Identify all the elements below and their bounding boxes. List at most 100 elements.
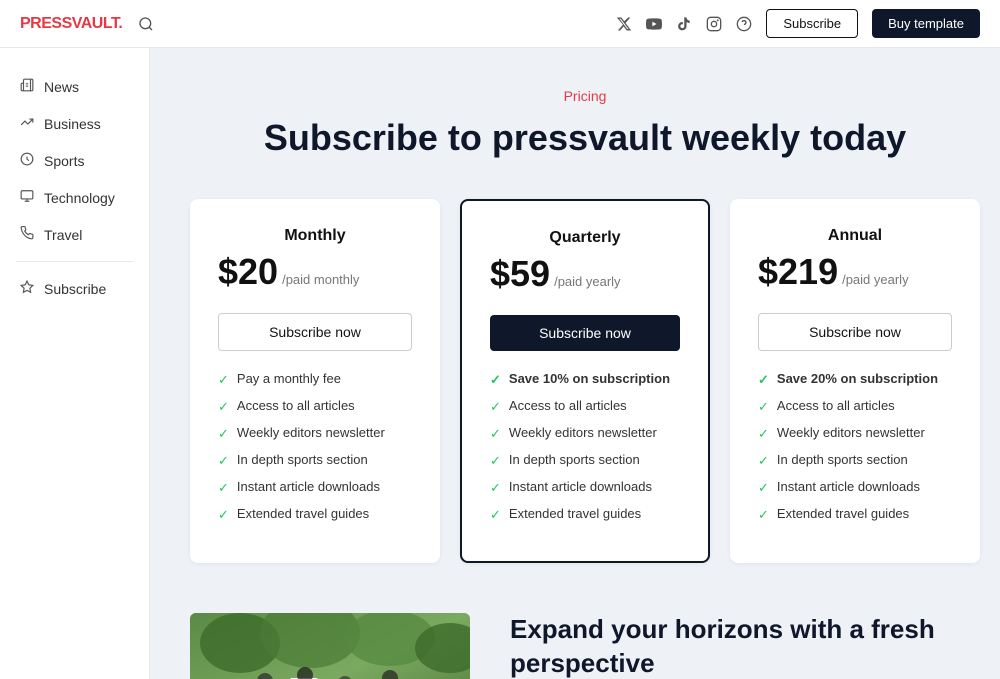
layout: News Business Sports Technology Travel <box>0 48 1000 679</box>
list-item: ✓Access to all articles <box>490 398 680 415</box>
list-item: ✓Weekly editors newsletter <box>490 425 680 442</box>
check-icon: ✓ <box>218 426 229 442</box>
monthly-plan-price: $20 /paid monthly <box>218 251 412 293</box>
twitter-icon[interactable] <box>616 16 632 32</box>
subscribe-sidebar-icon <box>20 280 34 297</box>
pricing-label: Pricing <box>190 88 980 104</box>
annual-price-amount: $219 <box>758 251 838 293</box>
quarterly-feature-list: ✓Save 10% on subscription ✓Access to all… <box>490 371 680 523</box>
sidebar-divider <box>16 261 133 262</box>
sidebar-label-technology: Technology <box>44 190 115 206</box>
youtube-icon[interactable] <box>646 16 662 32</box>
sidebar-item-sports[interactable]: Sports <box>0 142 149 179</box>
business-icon <box>20 115 34 132</box>
check-icon: ✓ <box>490 453 501 469</box>
list-item: ✓Save 20% on subscription <box>758 371 952 388</box>
sidebar-item-technology[interactable]: Technology <box>0 179 149 216</box>
check-icon: ✓ <box>490 372 501 388</box>
tiktok-icon[interactable] <box>676 16 692 32</box>
check-icon: ✓ <box>218 372 229 388</box>
sidebar-label-news: News <box>44 79 79 95</box>
check-icon: ✓ <box>490 399 501 415</box>
check-icon: ✓ <box>758 372 769 388</box>
annual-price-period: /paid yearly <box>842 272 908 287</box>
list-item: ✓Instant article downloads <box>758 479 952 496</box>
list-item: ✓Instant article downloads <box>218 479 412 496</box>
check-icon: ✓ <box>218 507 229 523</box>
list-item: ✓In depth sports section <box>758 452 952 469</box>
check-icon: ✓ <box>218 453 229 469</box>
list-item: ✓Extended travel guides <box>218 506 412 523</box>
check-icon: ✓ <box>490 480 501 496</box>
help-icon[interactable] <box>736 16 752 32</box>
monthly-feature-list: ✓Pay a monthly fee ✓Access to all articl… <box>218 371 412 523</box>
monthly-subscribe-button[interactable]: Subscribe now <box>218 313 412 351</box>
annual-subscribe-button[interactable]: Subscribe now <box>758 313 952 351</box>
sidebar: News Business Sports Technology Travel <box>0 48 150 679</box>
check-icon: ✓ <box>758 480 769 496</box>
list-item: ✓Instant article downloads <box>490 479 680 496</box>
check-icon: ✓ <box>758 507 769 523</box>
monthly-price-amount: $20 <box>218 251 278 293</box>
annual-plan-price: $219 /paid yearly <box>758 251 952 293</box>
annual-plan-card: Annual $219 /paid yearly Subscribe now ✓… <box>730 199 980 563</box>
monthly-plan-card: Monthly $20 /paid monthly Subscribe now … <box>190 199 440 563</box>
technology-icon <box>20 189 34 206</box>
sidebar-label-sports: Sports <box>44 153 84 169</box>
list-item: ✓Save 10% on subscription <box>490 371 680 388</box>
bottom-text: Expand your horizons with a fresh perspe… <box>510 613 980 679</box>
check-icon: ✓ <box>490 507 501 523</box>
search-icon <box>138 16 154 32</box>
list-item: ✓Access to all articles <box>758 398 952 415</box>
logo-dot: . <box>118 15 122 32</box>
bottom-section: Expand your horizons with a fresh perspe… <box>190 603 980 679</box>
bottom-image <box>190 613 470 679</box>
sidebar-item-business[interactable]: Business <box>0 105 149 142</box>
quarterly-price-period: /paid yearly <box>554 274 620 289</box>
quarterly-subscribe-button[interactable]: Subscribe now <box>490 315 680 351</box>
monthly-plan-name: Monthly <box>218 227 412 245</box>
annual-plan-name: Annual <box>758 227 952 245</box>
travel-icon <box>20 226 34 243</box>
check-icon: ✓ <box>758 453 769 469</box>
check-icon: ✓ <box>490 426 501 442</box>
list-item: ✓Pay a monthly fee <box>218 371 412 388</box>
search-button[interactable] <box>138 16 154 32</box>
header-left: PRESSVAULT. <box>20 15 154 33</box>
list-item: ✓Extended travel guides <box>758 506 952 523</box>
instagram-icon[interactable] <box>706 16 722 32</box>
header-right: Subscribe Buy template <box>616 9 980 38</box>
buy-template-button[interactable]: Buy template <box>872 9 980 38</box>
pricing-title: Subscribe to pressvault weekly today <box>190 116 980 159</box>
sidebar-item-travel[interactable]: Travel <box>0 216 149 253</box>
logo-text: PRESSVAULT <box>20 15 118 32</box>
header: PRESSVAULT. Subscribe Buy template <box>0 0 1000 48</box>
pricing-cards: Monthly $20 /paid monthly Subscribe now … <box>190 199 980 563</box>
list-item: ✓In depth sports section <box>490 452 680 469</box>
bottom-image-svg <box>190 613 470 679</box>
main-content: Pricing Subscribe to pressvault weekly t… <box>150 48 1000 679</box>
news-icon <box>20 78 34 95</box>
bottom-heading: Expand your horizons with a fresh perspe… <box>510 613 980 679</box>
quarterly-plan-price: $59 /paid yearly <box>490 253 680 295</box>
check-icon: ✓ <box>758 399 769 415</box>
sidebar-label-subscribe: Subscribe <box>44 281 106 297</box>
sports-icon <box>20 152 34 169</box>
list-item: ✓In depth sports section <box>218 452 412 469</box>
sidebar-item-subscribe[interactable]: Subscribe <box>0 270 149 307</box>
check-icon: ✓ <box>758 426 769 442</box>
list-item: ✓Extended travel guides <box>490 506 680 523</box>
monthly-price-period: /paid monthly <box>282 272 359 287</box>
sidebar-label-business: Business <box>44 116 101 132</box>
sidebar-item-news[interactable]: News <box>0 68 149 105</box>
list-item: ✓Weekly editors newsletter <box>218 425 412 442</box>
sidebar-label-travel: Travel <box>44 227 82 243</box>
list-item: ✓Weekly editors newsletter <box>758 425 952 442</box>
header-subscribe-button[interactable]: Subscribe <box>766 9 858 38</box>
check-icon: ✓ <box>218 399 229 415</box>
logo: PRESSVAULT. <box>20 15 122 33</box>
check-icon: ✓ <box>218 480 229 496</box>
list-item: ✓Access to all articles <box>218 398 412 415</box>
quarterly-price-amount: $59 <box>490 253 550 295</box>
quarterly-plan-name: Quarterly <box>490 229 680 247</box>
